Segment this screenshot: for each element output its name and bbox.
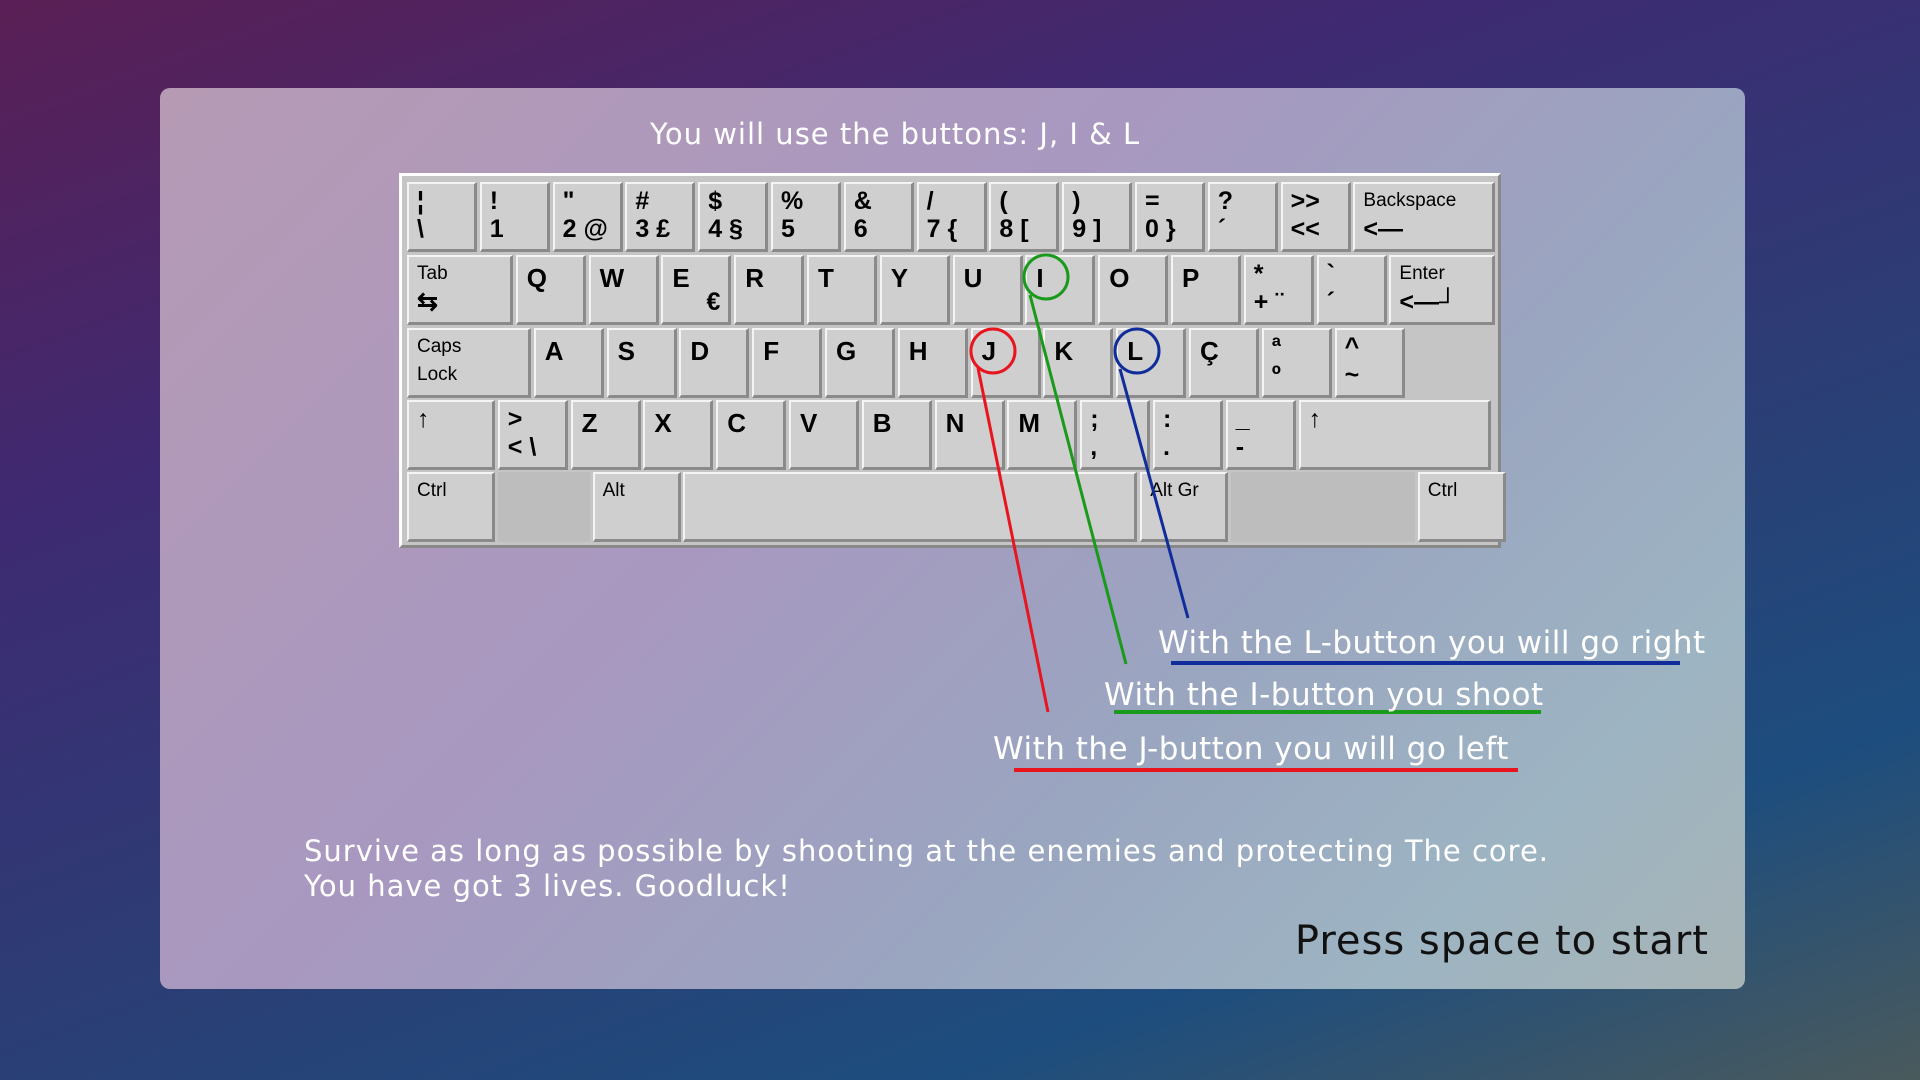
- game-description-line-1: Survive as long as possible by shooting …: [304, 834, 1550, 868]
- l-pointer-line: [1118, 368, 1190, 619]
- l-highlight-circle: [1113, 327, 1161, 375]
- i-pointer-line: [1028, 294, 1128, 665]
- i-button-caption: With the I-button you shoot: [1104, 677, 1544, 713]
- game-description-line-2: You have got 3 lives. Goodluck!: [304, 869, 791, 903]
- j-pointer-line: [976, 367, 1050, 713]
- l-button-caption: With the L-button you will go right: [1158, 625, 1706, 661]
- j-highlight-circle: [969, 327, 1017, 375]
- i-highlight-circle: [1022, 253, 1070, 301]
- start-prompt[interactable]: Press space to start: [1295, 918, 1709, 964]
- j-button-caption: With the J-button you will go left: [993, 731, 1509, 767]
